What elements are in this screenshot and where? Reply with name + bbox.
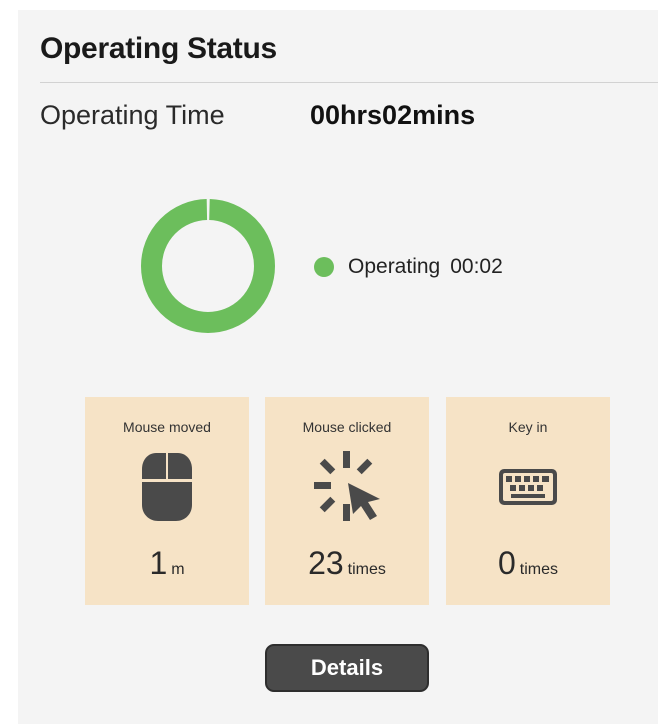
mouse-clicked-card: Mouse clicked 23 times	[265, 397, 429, 605]
legend-value-operating: 00:02	[450, 255, 503, 278]
title-divider	[40, 82, 658, 83]
mouse-clicked-number: 23	[308, 545, 344, 581]
operating-time-value: 00hrs02mins	[310, 100, 476, 130]
key-in-label: Key in	[508, 419, 548, 435]
panel-title: Operating Status	[40, 32, 277, 65]
mouse-icon	[132, 449, 202, 525]
key-in-card: Key in 0 times	[446, 397, 610, 605]
mouse-moved-value: 1m	[85, 545, 249, 582]
click-icon	[312, 449, 382, 525]
mouse-moved-card: Mouse moved 1m	[85, 397, 249, 605]
key-in-value: 0 times	[446, 545, 610, 582]
mouse-clicked-value: 23 times	[265, 545, 429, 582]
legend-dot-operating	[314, 257, 334, 277]
key-in-unit: times	[519, 561, 559, 578]
key-in-number: 0	[497, 545, 516, 581]
donut-segment-operating	[141, 199, 275, 333]
operating-time-label: Operating Time	[40, 100, 225, 130]
mouse-clicked-label: Mouse clicked	[302, 419, 392, 435]
mouse-moved-label: Mouse moved	[123, 419, 211, 435]
operating-donut-chart	[141, 199, 275, 333]
chart-legend: Operating 00:02	[314, 254, 503, 280]
operating-status-panel: Operating Status Operating Time 00hrs02m…	[18, 10, 658, 724]
keyboard-icon	[493, 449, 563, 525]
legend-label-operating: Operating	[348, 255, 441, 278]
mouse-clicked-unit: times	[347, 561, 386, 578]
details-button[interactable]: Details	[265, 644, 429, 692]
mouse-moved-unit: m	[171, 561, 185, 578]
mouse-moved-number: 1	[149, 545, 168, 581]
